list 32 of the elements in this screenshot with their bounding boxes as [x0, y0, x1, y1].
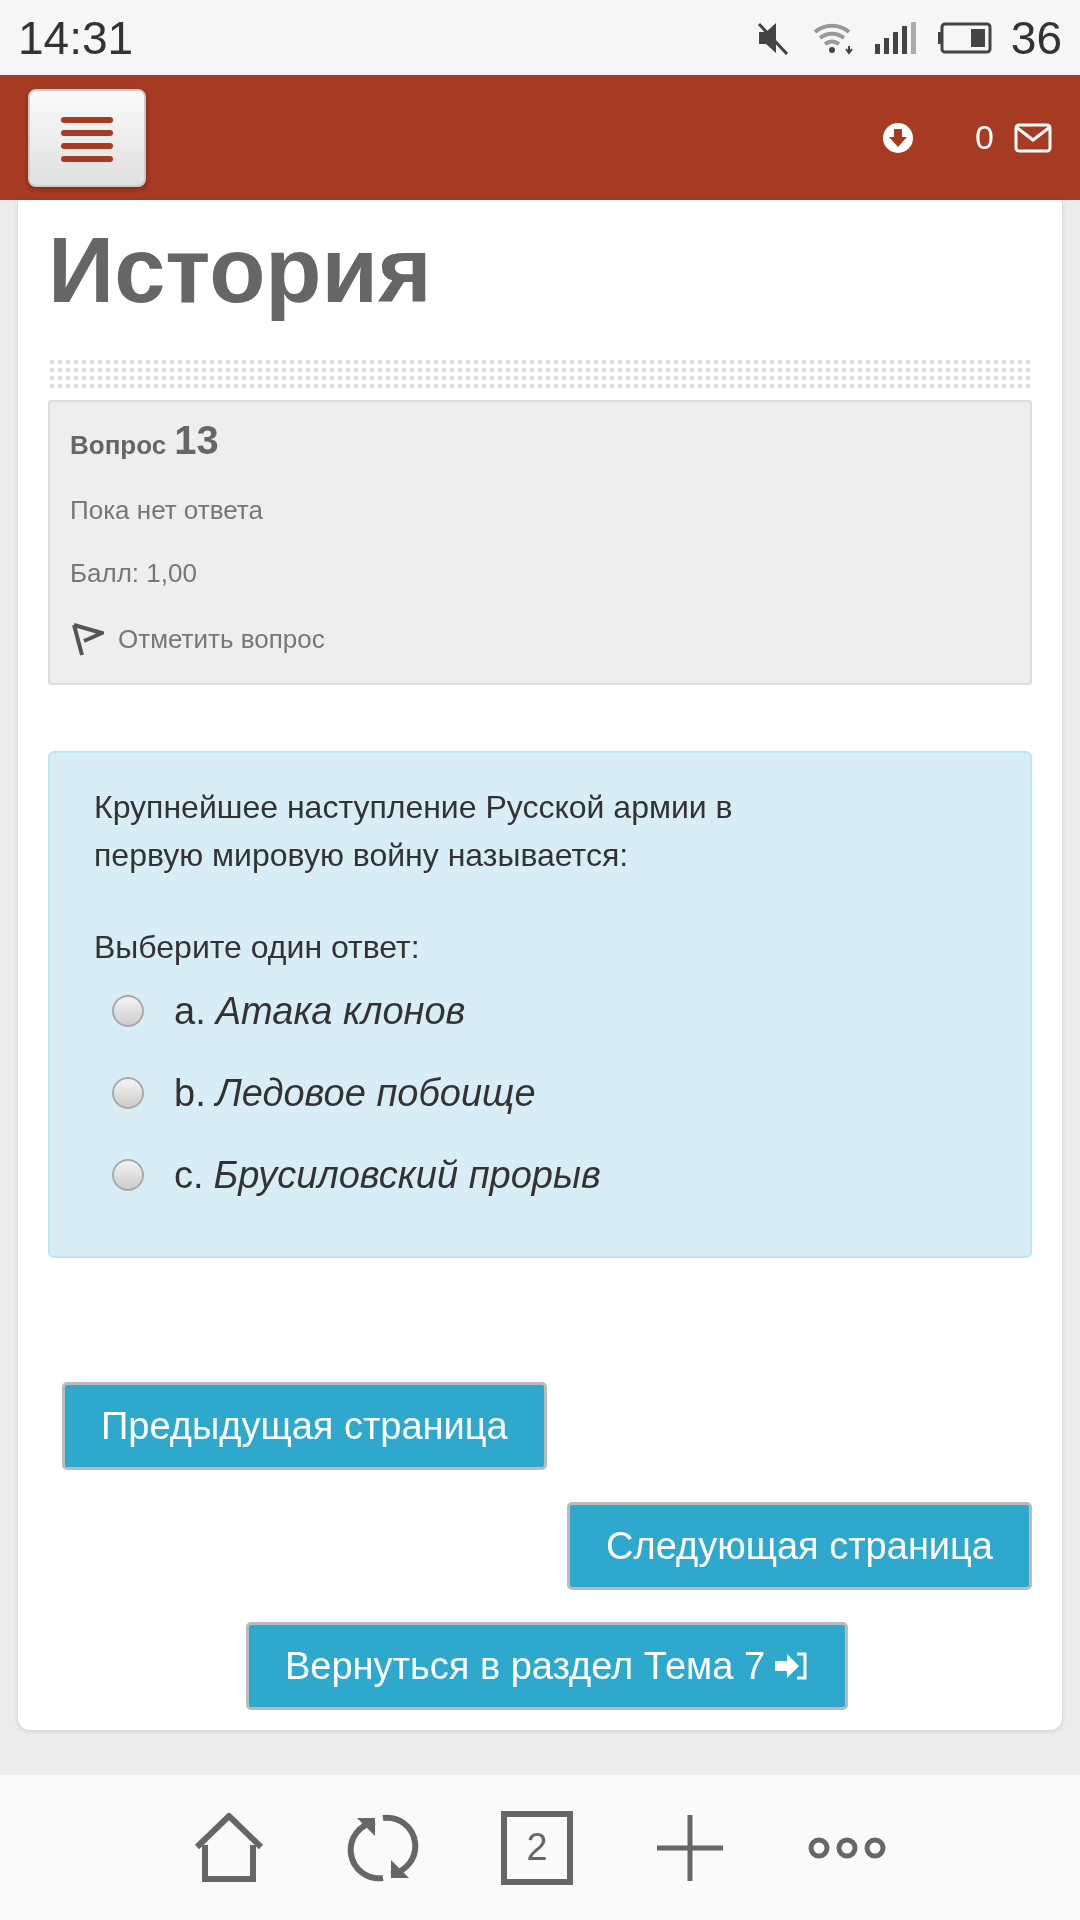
option-letter: a.: [174, 989, 206, 1033]
radio-button[interactable]: [112, 995, 144, 1027]
radio-button[interactable]: [112, 1159, 144, 1191]
question-text: Крупнейшее наступление Русской армии в первую мировую войну называется:: [94, 788, 734, 875]
menu-button[interactable]: [28, 88, 146, 187]
flag-question-link[interactable]: Отметить вопрос: [118, 623, 325, 655]
answer-state: Пока нет ответа: [70, 495, 264, 526]
previous-page-button[interactable]: Предыдущая страница: [62, 1382, 547, 1470]
tabs-counter[interactable]: 2: [501, 1810, 573, 1885]
enter-icon: [773, 1651, 809, 1681]
download-icon[interactable]: [881, 120, 916, 155]
battery-icon: [936, 21, 993, 54]
clock-time: 14:31: [18, 10, 134, 65]
flag-icon[interactable]: [70, 621, 104, 657]
battery-level: 36: [1010, 10, 1062, 65]
question-number: 13: [174, 418, 219, 463]
radio-button[interactable]: [112, 1077, 144, 1109]
option-text[interactable]: Атака клонов: [215, 989, 466, 1033]
home-icon[interactable]: [193, 1812, 265, 1883]
plus-icon[interactable]: [655, 1812, 725, 1883]
answer-prompt: Выберите один ответ:: [94, 929, 421, 966]
option-text[interactable]: Ледовое побоище: [215, 1071, 536, 1115]
option-text[interactable]: Брусиловский прорыв: [213, 1153, 601, 1197]
grade-text: Балл: 1,00: [70, 558, 198, 589]
return-button[interactable]: Вернуться в раздел Тема 7: [245, 1622, 848, 1710]
page-title: История: [48, 218, 433, 323]
mail-icon[interactable]: [1014, 122, 1052, 153]
option-letter: b.: [174, 1071, 206, 1115]
option-letter: c.: [174, 1153, 204, 1197]
next-page-button[interactable]: Следующая страница: [567, 1502, 1032, 1590]
message-count: 0: [975, 118, 994, 157]
question-label: Вопрос: [70, 430, 167, 461]
